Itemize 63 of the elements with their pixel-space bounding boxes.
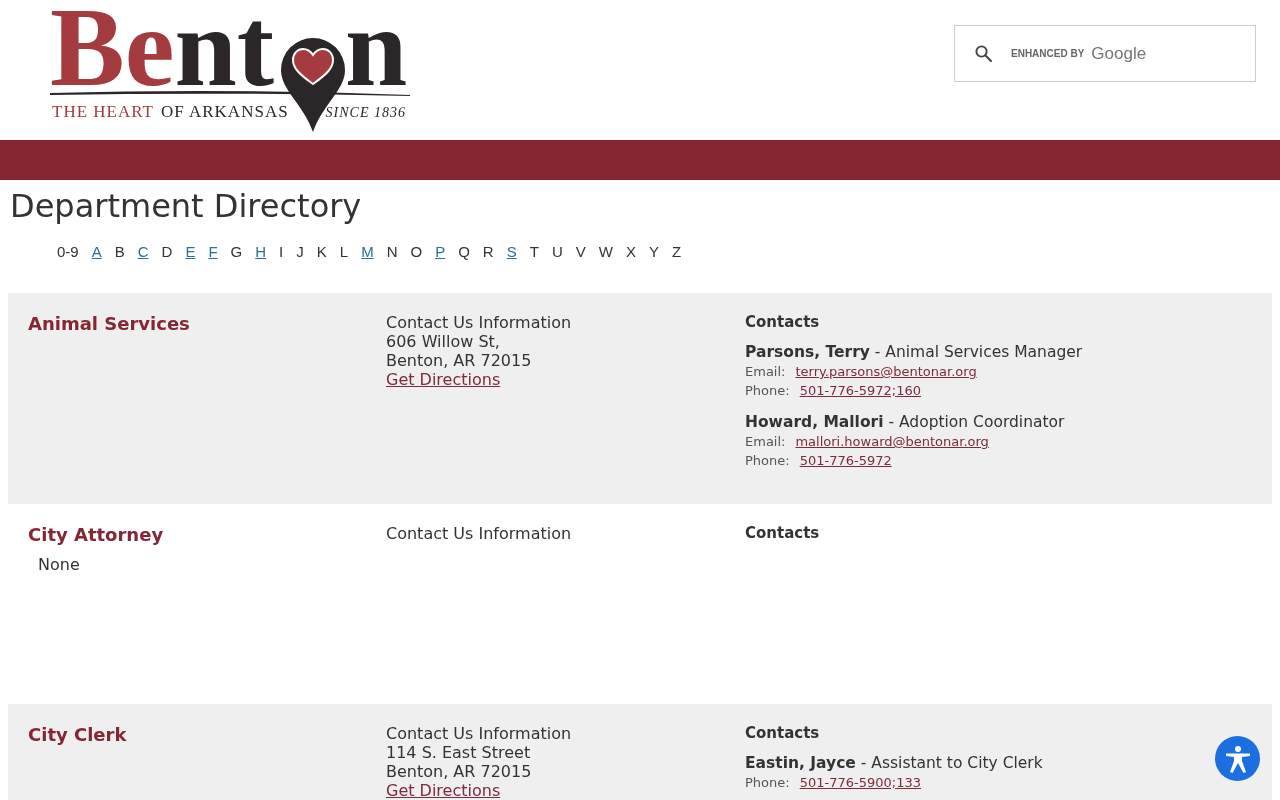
contacts-heading: Contacts bbox=[745, 524, 820, 543]
phone-label: Phone: bbox=[745, 382, 790, 400]
department-name: City Clerk bbox=[28, 724, 127, 746]
email-label: Email: bbox=[745, 363, 786, 381]
contact-name: Eastin, Jayce - Assistant to City Clerk bbox=[745, 753, 1043, 773]
letter-label: W bbox=[598, 242, 613, 262]
contact-name: Howard, Mallori - Adoption Coordinator bbox=[745, 412, 1065, 432]
letter-label: K bbox=[316, 242, 327, 262]
letter-label: J bbox=[296, 242, 304, 262]
directions-link[interactable]: Get Directions bbox=[386, 370, 501, 389]
phone-link[interactable]: 501-776-5972 bbox=[799, 451, 892, 470]
email-link[interactable]: terry.parsons@bentonar.org bbox=[795, 362, 977, 381]
letter-label: 0-9 bbox=[57, 242, 79, 262]
letter-label: G bbox=[230, 242, 243, 262]
contacts-heading: Contacts bbox=[745, 724, 820, 743]
letter-link[interactable]: P bbox=[435, 242, 446, 262]
address-line: Benton, AR 72015 bbox=[386, 762, 532, 781]
letter-link[interactable]: F bbox=[208, 242, 218, 262]
letter-label: N bbox=[386, 242, 398, 262]
department-name: Animal Services bbox=[28, 313, 190, 335]
letter-label: B bbox=[114, 242, 125, 262]
email-label: Email: bbox=[745, 433, 786, 451]
letter-label: Q bbox=[458, 242, 470, 262]
letter-label: Y bbox=[648, 242, 659, 262]
letter-label: T bbox=[529, 242, 539, 262]
enhanced-by-label: ENHANCED BY bbox=[1011, 47, 1085, 61]
letter-link[interactable]: E bbox=[185, 242, 196, 262]
letter-link[interactable]: H bbox=[255, 242, 267, 262]
contact-heading: Contact Us Information bbox=[386, 724, 572, 743]
address-line: Benton, AR 72015 bbox=[386, 351, 532, 370]
phone-link[interactable]: 501-776-5900;133 bbox=[799, 773, 921, 792]
letter-label: L bbox=[339, 242, 349, 262]
search-icon bbox=[974, 44, 993, 63]
letter-label: V bbox=[575, 242, 586, 262]
letter-link[interactable]: C bbox=[137, 242, 149, 262]
letter-label: X bbox=[625, 242, 636, 262]
letter-label: O bbox=[410, 242, 423, 262]
directions-link[interactable]: Get Directions bbox=[386, 781, 501, 800]
logo-since-text: SINCE 1836 bbox=[325, 104, 406, 122]
letter-link[interactable]: A bbox=[91, 242, 102, 262]
address-line: 606 Willow St, bbox=[386, 332, 500, 351]
contact-heading: Contact Us Information bbox=[386, 313, 572, 332]
letter-label: D bbox=[161, 242, 173, 262]
address-line: 114 S. East Street bbox=[386, 743, 531, 762]
letter-link[interactable]: M bbox=[361, 242, 374, 262]
letter-link[interactable]: S bbox=[506, 242, 517, 262]
swoosh-icon bbox=[50, 90, 410, 98]
page-title: Department Directory bbox=[10, 186, 362, 226]
phone-link[interactable]: 501-776-5972;160 bbox=[799, 381, 921, 400]
department-name: City Attorney bbox=[28, 524, 164, 546]
letter-label: R bbox=[482, 242, 494, 262]
contact-name: Parsons, Terry - Animal Services Manager bbox=[745, 342, 1083, 362]
google-wordmark: Google bbox=[1091, 42, 1147, 65]
letter-label: I bbox=[279, 242, 284, 262]
phone-label: Phone: bbox=[745, 452, 790, 470]
contacts-heading: Contacts bbox=[745, 313, 820, 332]
contact-heading: Contact Us Information bbox=[386, 524, 572, 543]
email-link[interactable]: mallori.howard@bentonar.org bbox=[795, 432, 989, 451]
letter-label: Z bbox=[671, 242, 682, 262]
letter-label: U bbox=[551, 242, 563, 262]
none-note: None bbox=[38, 555, 80, 575]
phone-label: Phone: bbox=[745, 774, 790, 792]
search-field[interactable]: ENHANCED BY Google bbox=[954, 25, 1256, 82]
